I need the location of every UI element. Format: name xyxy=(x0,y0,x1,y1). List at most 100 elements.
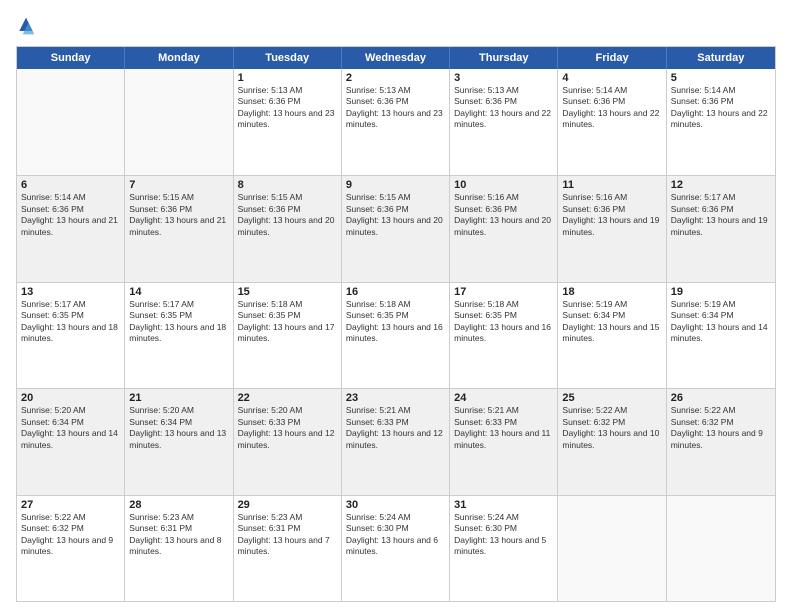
cell-details: Sunrise: 5:17 AMSunset: 6:35 PMDaylight:… xyxy=(21,299,120,345)
cal-cell: 18Sunrise: 5:19 AMSunset: 6:34 PMDayligh… xyxy=(558,283,666,388)
cal-cell: 26Sunrise: 5:22 AMSunset: 6:32 PMDayligh… xyxy=(667,389,775,494)
cell-details: Sunrise: 5:13 AMSunset: 6:36 PMDaylight:… xyxy=(454,85,553,131)
day-number: 12 xyxy=(671,179,771,191)
cal-cell: 16Sunrise: 5:18 AMSunset: 6:35 PMDayligh… xyxy=(342,283,450,388)
cell-details: Sunrise: 5:24 AMSunset: 6:30 PMDaylight:… xyxy=(454,512,553,558)
day-number: 9 xyxy=(346,179,445,191)
cell-details: Sunrise: 5:21 AMSunset: 6:33 PMDaylight:… xyxy=(346,405,445,451)
day-number: 21 xyxy=(129,392,228,404)
header-day-saturday: Saturday xyxy=(667,47,775,69)
cell-details: Sunrise: 5:18 AMSunset: 6:35 PMDaylight:… xyxy=(454,299,553,345)
cal-cell: 13Sunrise: 5:17 AMSunset: 6:35 PMDayligh… xyxy=(17,283,125,388)
cal-cell: 23Sunrise: 5:21 AMSunset: 6:33 PMDayligh… xyxy=(342,389,450,494)
day-number: 13 xyxy=(21,286,120,298)
header-day-thursday: Thursday xyxy=(450,47,558,69)
cal-cell: 14Sunrise: 5:17 AMSunset: 6:35 PMDayligh… xyxy=(125,283,233,388)
day-number: 1 xyxy=(238,72,337,84)
day-number: 29 xyxy=(238,499,337,511)
day-number: 31 xyxy=(454,499,553,511)
cell-details: Sunrise: 5:23 AMSunset: 6:31 PMDaylight:… xyxy=(238,512,337,558)
logo xyxy=(16,16,40,36)
cal-cell: 1Sunrise: 5:13 AMSunset: 6:36 PMDaylight… xyxy=(234,69,342,175)
day-number: 26 xyxy=(671,392,771,404)
cal-cell: 31Sunrise: 5:24 AMSunset: 6:30 PMDayligh… xyxy=(450,496,558,601)
cell-details: Sunrise: 5:19 AMSunset: 6:34 PMDaylight:… xyxy=(671,299,771,345)
cal-cell: 27Sunrise: 5:22 AMSunset: 6:32 PMDayligh… xyxy=(17,496,125,601)
cal-row: 1Sunrise: 5:13 AMSunset: 6:36 PMDaylight… xyxy=(17,69,775,175)
header-day-tuesday: Tuesday xyxy=(234,47,342,69)
cell-details: Sunrise: 5:17 AMSunset: 6:35 PMDaylight:… xyxy=(129,299,228,345)
day-number: 20 xyxy=(21,392,120,404)
cell-details: Sunrise: 5:13 AMSunset: 6:36 PMDaylight:… xyxy=(238,85,337,131)
cell-details: Sunrise: 5:17 AMSunset: 6:36 PMDaylight:… xyxy=(671,192,771,238)
header-day-wednesday: Wednesday xyxy=(342,47,450,69)
cal-cell: 20Sunrise: 5:20 AMSunset: 6:34 PMDayligh… xyxy=(17,389,125,494)
logo-icon xyxy=(16,16,36,36)
day-number: 8 xyxy=(238,179,337,191)
cal-cell: 19Sunrise: 5:19 AMSunset: 6:34 PMDayligh… xyxy=(667,283,775,388)
cell-details: Sunrise: 5:14 AMSunset: 6:36 PMDaylight:… xyxy=(21,192,120,238)
cal-cell xyxy=(125,69,233,175)
cal-cell: 30Sunrise: 5:24 AMSunset: 6:30 PMDayligh… xyxy=(342,496,450,601)
cell-details: Sunrise: 5:22 AMSunset: 6:32 PMDaylight:… xyxy=(671,405,771,451)
cell-details: Sunrise: 5:15 AMSunset: 6:36 PMDaylight:… xyxy=(346,192,445,238)
day-number: 10 xyxy=(454,179,553,191)
day-number: 3 xyxy=(454,72,553,84)
cell-details: Sunrise: 5:16 AMSunset: 6:36 PMDaylight:… xyxy=(562,192,661,238)
header-day-sunday: Sunday xyxy=(17,47,125,69)
day-number: 17 xyxy=(454,286,553,298)
cal-cell: 5Sunrise: 5:14 AMSunset: 6:36 PMDaylight… xyxy=(667,69,775,175)
cell-details: Sunrise: 5:23 AMSunset: 6:31 PMDaylight:… xyxy=(129,512,228,558)
cell-details: Sunrise: 5:13 AMSunset: 6:36 PMDaylight:… xyxy=(346,85,445,131)
cal-cell: 6Sunrise: 5:14 AMSunset: 6:36 PMDaylight… xyxy=(17,176,125,281)
cal-cell: 8Sunrise: 5:15 AMSunset: 6:36 PMDaylight… xyxy=(234,176,342,281)
cal-cell xyxy=(558,496,666,601)
day-number: 30 xyxy=(346,499,445,511)
cal-cell: 22Sunrise: 5:20 AMSunset: 6:33 PMDayligh… xyxy=(234,389,342,494)
cal-row: 27Sunrise: 5:22 AMSunset: 6:32 PMDayligh… xyxy=(17,495,775,601)
cell-details: Sunrise: 5:19 AMSunset: 6:34 PMDaylight:… xyxy=(562,299,661,345)
cal-cell xyxy=(17,69,125,175)
day-number: 24 xyxy=(454,392,553,404)
day-number: 15 xyxy=(238,286,337,298)
day-number: 23 xyxy=(346,392,445,404)
cal-cell: 28Sunrise: 5:23 AMSunset: 6:31 PMDayligh… xyxy=(125,496,233,601)
cell-details: Sunrise: 5:15 AMSunset: 6:36 PMDaylight:… xyxy=(238,192,337,238)
calendar: SundayMondayTuesdayWednesdayThursdayFrid… xyxy=(16,46,776,602)
cal-row: 20Sunrise: 5:20 AMSunset: 6:34 PMDayligh… xyxy=(17,388,775,494)
day-number: 27 xyxy=(21,499,120,511)
day-number: 19 xyxy=(671,286,771,298)
day-number: 22 xyxy=(238,392,337,404)
cell-details: Sunrise: 5:14 AMSunset: 6:36 PMDaylight:… xyxy=(671,85,771,131)
cell-details: Sunrise: 5:16 AMSunset: 6:36 PMDaylight:… xyxy=(454,192,553,238)
cal-cell: 25Sunrise: 5:22 AMSunset: 6:32 PMDayligh… xyxy=(558,389,666,494)
cell-details: Sunrise: 5:21 AMSunset: 6:33 PMDaylight:… xyxy=(454,405,553,451)
cell-details: Sunrise: 5:14 AMSunset: 6:36 PMDaylight:… xyxy=(562,85,661,131)
cell-details: Sunrise: 5:20 AMSunset: 6:33 PMDaylight:… xyxy=(238,405,337,451)
cell-details: Sunrise: 5:22 AMSunset: 6:32 PMDaylight:… xyxy=(21,512,120,558)
day-number: 11 xyxy=(562,179,661,191)
header-day-friday: Friday xyxy=(558,47,666,69)
calendar-body: 1Sunrise: 5:13 AMSunset: 6:36 PMDaylight… xyxy=(17,69,775,601)
cal-cell: 12Sunrise: 5:17 AMSunset: 6:36 PMDayligh… xyxy=(667,176,775,281)
cal-cell: 21Sunrise: 5:20 AMSunset: 6:34 PMDayligh… xyxy=(125,389,233,494)
cell-details: Sunrise: 5:20 AMSunset: 6:34 PMDaylight:… xyxy=(21,405,120,451)
cal-cell: 11Sunrise: 5:16 AMSunset: 6:36 PMDayligh… xyxy=(558,176,666,281)
cal-cell: 29Sunrise: 5:23 AMSunset: 6:31 PMDayligh… xyxy=(234,496,342,601)
cal-cell: 9Sunrise: 5:15 AMSunset: 6:36 PMDaylight… xyxy=(342,176,450,281)
cell-details: Sunrise: 5:20 AMSunset: 6:34 PMDaylight:… xyxy=(129,405,228,451)
cal-cell: 15Sunrise: 5:18 AMSunset: 6:35 PMDayligh… xyxy=(234,283,342,388)
cell-details: Sunrise: 5:24 AMSunset: 6:30 PMDaylight:… xyxy=(346,512,445,558)
day-number: 5 xyxy=(671,72,771,84)
cal-cell: 10Sunrise: 5:16 AMSunset: 6:36 PMDayligh… xyxy=(450,176,558,281)
cell-details: Sunrise: 5:18 AMSunset: 6:35 PMDaylight:… xyxy=(238,299,337,345)
cal-cell: 2Sunrise: 5:13 AMSunset: 6:36 PMDaylight… xyxy=(342,69,450,175)
cal-cell xyxy=(667,496,775,601)
cell-details: Sunrise: 5:15 AMSunset: 6:36 PMDaylight:… xyxy=(129,192,228,238)
day-number: 7 xyxy=(129,179,228,191)
page: SundayMondayTuesdayWednesdayThursdayFrid… xyxy=(0,0,792,612)
cal-cell: 4Sunrise: 5:14 AMSunset: 6:36 PMDaylight… xyxy=(558,69,666,175)
day-number: 4 xyxy=(562,72,661,84)
cal-cell: 24Sunrise: 5:21 AMSunset: 6:33 PMDayligh… xyxy=(450,389,558,494)
cal-row: 6Sunrise: 5:14 AMSunset: 6:36 PMDaylight… xyxy=(17,175,775,281)
